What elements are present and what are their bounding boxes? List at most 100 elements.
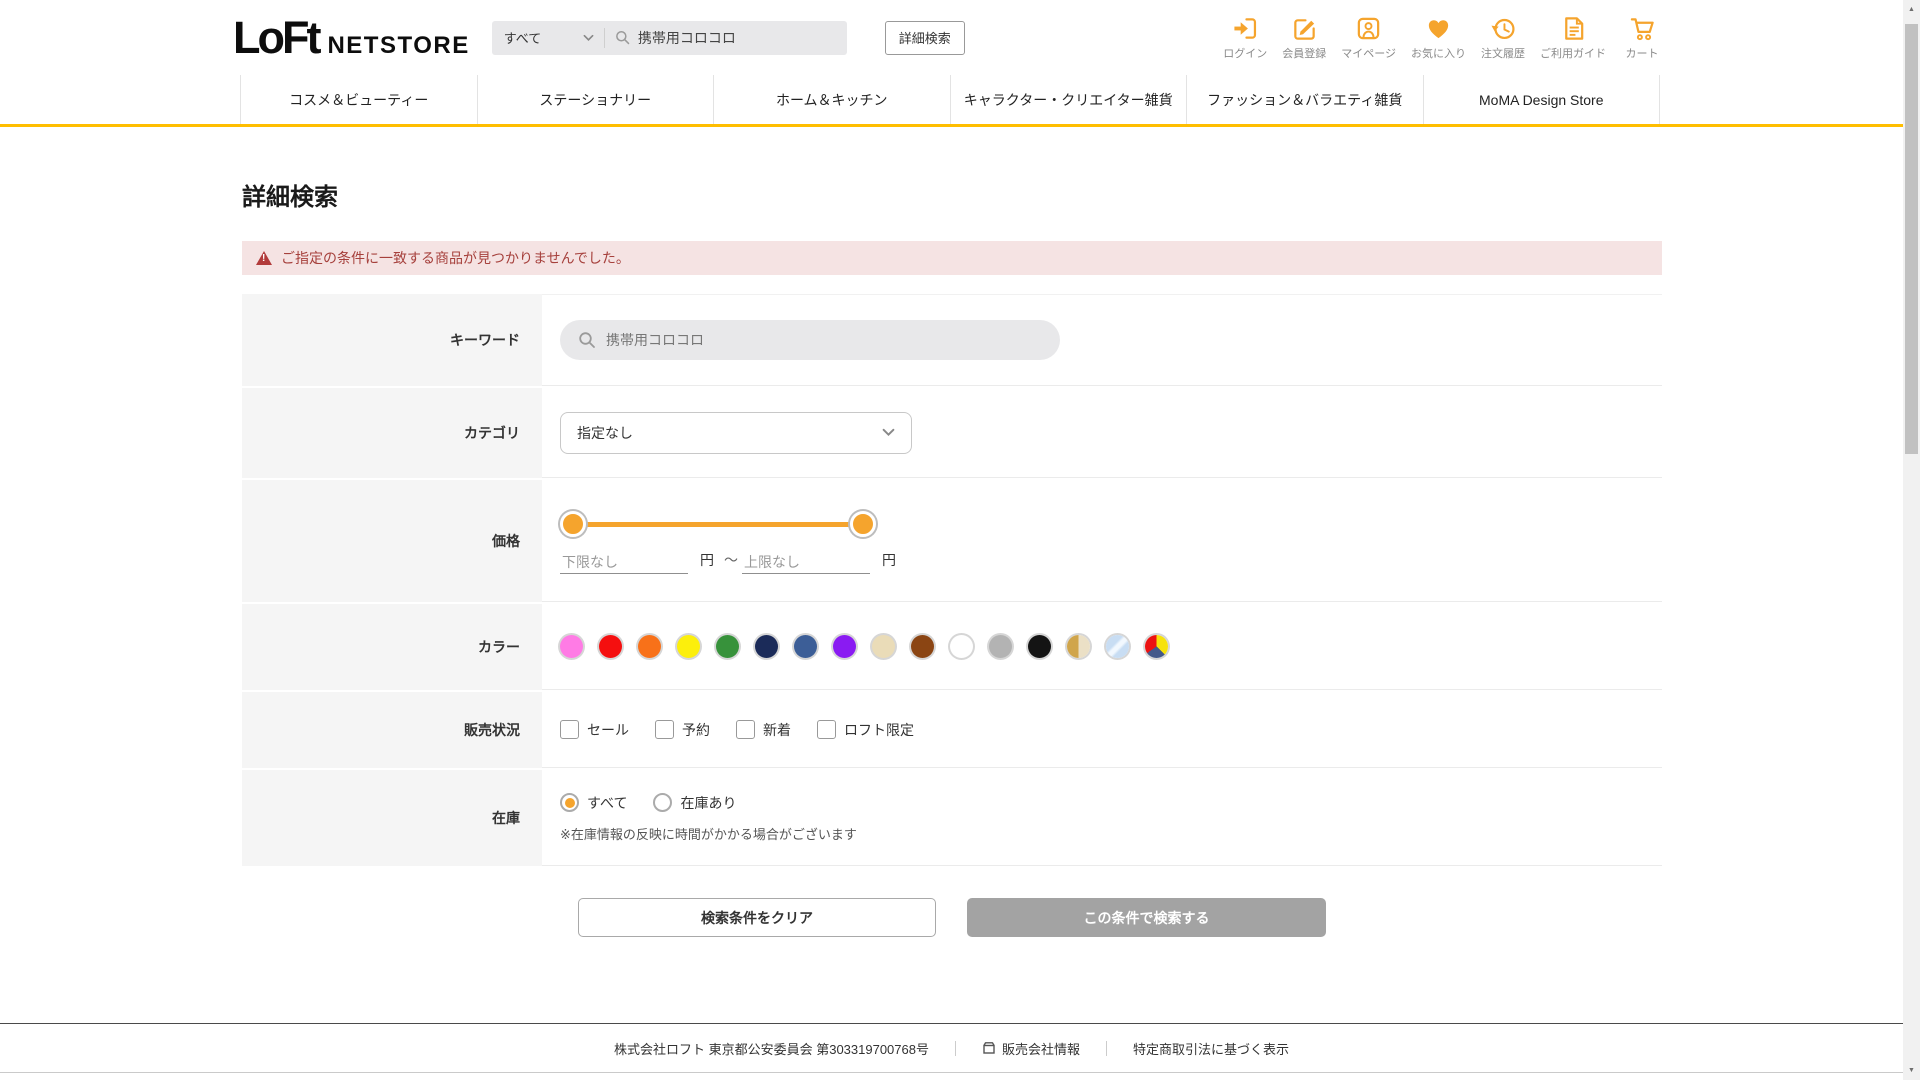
nav-item[interactable]: キャラクター・クリエイター雑貨 [949,75,1187,124]
color-swatch[interactable] [677,635,700,658]
icon-label: マイページ [1341,47,1396,60]
scrollbar-thumb[interactable] [1905,24,1918,454]
advanced-search-button[interactable]: 詳細検索 [884,20,965,55]
warning-icon [256,251,272,265]
radio-selected[interactable] [560,793,579,812]
footer-separator [954,1040,956,1056]
sales-status-option[interactable]: 新着 [736,720,791,740]
nav-item[interactable]: ステーショナリー [476,75,714,124]
footer-link-seller-info[interactable]: 販売会社情報 [982,1039,1080,1058]
price-separator: ～ [724,551,738,568]
logo-brand-text: LoFt [233,12,321,63]
price-min-unit: 円 [700,551,714,568]
color-swatch[interactable] [872,635,895,658]
color-swatch[interactable] [1145,635,1168,658]
icon-label: ログイン [1223,47,1268,60]
header-icon-links: ログイン 会員登録 マイページ お気に入り 注文履歴 ご利用ガイド カート [1223,15,1663,61]
color-swatch[interactable] [989,635,1012,658]
nav-item[interactable]: MoMA Design Store [1422,75,1660,124]
header-link-login[interactable]: ログイン [1223,15,1267,61]
page: LoFt NETSTORE すべて 詳細検索 ログイン 会員登録 [0,0,1903,1073]
checkbox[interactable] [736,720,755,739]
sales-status-option[interactable]: 予約 [655,720,710,740]
color-swatch[interactable] [560,635,583,658]
icon-label: ご利用ガイド [1540,47,1606,60]
form-row-price: 価格 円 ～ 円 [242,480,1662,602]
color-swatch[interactable] [911,635,934,658]
checkbox[interactable] [560,720,579,739]
stock-note: ※在庫情報の反映に時間がかかる場合がございます [560,826,857,842]
logo-netstore-text: NETSTORE [327,32,470,59]
footer-separator [1105,1040,1107,1056]
price-range-slider [560,510,876,538]
clear-conditions-button[interactable]: 検索条件をクリア [578,898,936,937]
color-content [542,604,1662,690]
nav-items: コスメ＆ビューティー ステーショナリー ホーム＆キッチン キャラクター・クリエイ… [240,75,1660,124]
color-swatch[interactable] [1028,635,1051,658]
color-swatch[interactable] [1067,635,1090,658]
price-inputs: 円 ～ 円 [560,550,1662,574]
store-icon [983,1042,995,1054]
color-swatch[interactable] [755,635,778,658]
color-swatch[interactable] [794,635,817,658]
color-swatch[interactable] [833,635,856,658]
guide-document-icon [1564,16,1583,40]
price-label: 価格 [242,480,542,602]
color-swatch[interactable] [638,635,661,658]
checkbox-label: ロフト限定 [844,721,914,738]
price-min-input[interactable] [560,550,688,574]
loft-logo[interactable]: LoFt NETSTORE [233,15,470,60]
nav-item[interactable]: ファッション＆バラエティ雑貨 [1186,75,1423,124]
category-label: カテゴリ [242,388,542,478]
header-link-guide[interactable]: ご利用ガイド [1540,15,1606,61]
search-icon [579,332,595,348]
category-select[interactable]: 指定なし [560,411,912,454]
header-link-mypage[interactable]: マイページ [1341,15,1396,61]
radio-unselected[interactable] [653,793,673,812]
sales-status-option[interactable]: セール [560,720,629,740]
header-search-input[interactable] [637,29,837,46]
error-message: ご指定の条件に一致する商品が見つかりませんでした。 [281,250,630,266]
keyword-content [542,294,1662,386]
checkbox[interactable] [817,720,836,739]
search-submit-button[interactable]: この条件で検索する [967,898,1326,937]
header-link-register[interactable]: 会員登録 [1282,15,1326,61]
color-swatch[interactable] [1106,635,1129,658]
price-max-input[interactable] [742,550,870,574]
scrollbar[interactable]: ▲ ▼ [1903,0,1920,1080]
search-category-value: すべて [503,31,542,46]
stock-option-all[interactable]: すべて [560,793,627,813]
register-pencil-icon [1293,18,1315,40]
main-content: 詳細検索 ご指定の条件に一致する商品が見つかりませんでした。 キーワード カテゴ… [242,177,1662,937]
nav-item[interactable]: コスメ＆ビューティー [240,75,477,124]
footer-link-legal[interactable]: 特定商取引法に基づく表示 [1133,1039,1289,1058]
form-row-color: カラー [242,604,1662,690]
keyword-label: キーワード [242,294,542,386]
footer-company-text: 株式会社ロフト 東京都公安委員会 第303319700768号 [613,1041,929,1057]
sales-status-option[interactable]: ロフト限定 [817,720,914,740]
search-category-select[interactable]: すべて [492,21,604,55]
category-selected-value: 指定なし [577,424,633,441]
slider-track[interactable] [570,521,866,527]
scrollbar-up-arrow[interactable]: ▲ [1903,1,1920,18]
page-title: 詳細検索 [242,184,338,211]
color-swatch[interactable] [599,635,622,658]
header-link-favorites[interactable]: お気に入り [1411,15,1466,61]
footer-link-label: 特定商取引法に基づく表示 [1132,1041,1289,1057]
color-swatches [560,635,1662,658]
keyword-input[interactable] [606,332,1042,348]
chevron-down-icon [882,428,895,437]
slider-handle-max[interactable] [850,510,876,537]
nav-item[interactable]: ホーム＆キッチン [713,75,950,124]
cart-icon [1630,17,1654,40]
scrollbar-down-arrow[interactable]: ▼ [1903,1062,1920,1079]
checkbox[interactable] [655,720,674,739]
stock-option-in-stock[interactable]: 在庫あり [653,793,736,813]
login-icon [1234,17,1256,39]
color-swatch[interactable] [950,635,973,658]
header-link-order-history[interactable]: 注文履歴 [1481,15,1525,61]
search-icon [615,30,629,45]
header-link-cart[interactable]: カート [1621,15,1663,61]
color-swatch[interactable] [716,635,739,658]
slider-handle-min[interactable] [560,510,586,537]
